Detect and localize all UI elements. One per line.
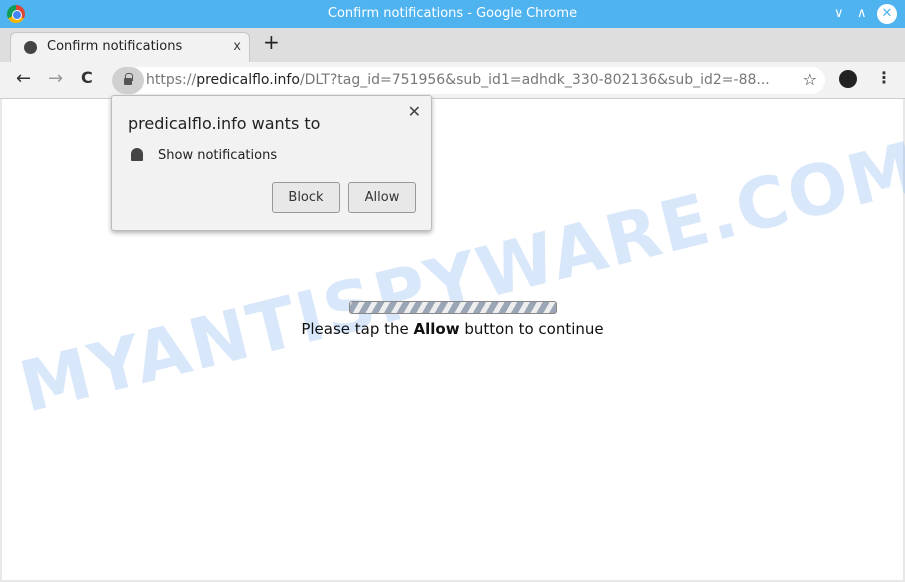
msg-after: button to continue xyxy=(459,320,604,338)
back-button[interactable]: ← xyxy=(16,68,31,89)
tab-label: Confirm notifications xyxy=(47,39,183,54)
menu-icon[interactable]: ⋮ xyxy=(876,68,892,87)
minimize-button[interactable]: ∨ xyxy=(834,0,844,28)
lock-icon[interactable] xyxy=(112,67,144,94)
title-bar: Confirm notifications - Google Chrome ∨ … xyxy=(0,0,905,28)
toolbar: ← → C https://predicalflo.info/DLT?tag_i… xyxy=(0,62,905,99)
notification-permission-popup: predicalflo.info wants to ✕ Show notific… xyxy=(111,95,432,231)
url-host: predicalflo.info xyxy=(196,72,300,88)
msg-before: Please tap the xyxy=(301,320,414,338)
block-button[interactable]: Block xyxy=(272,182,340,213)
tab-strip: Confirm notifications x + xyxy=(0,28,905,62)
globe-icon xyxy=(24,41,37,54)
popup-title: predicalflo.info wants to xyxy=(128,114,321,133)
reload-button[interactable]: C xyxy=(81,68,93,87)
instruction-text: Please tap the Allow button to continue xyxy=(0,320,905,338)
url-path: /DLT?tag_id=751956&sub_id1=adhdk_330-802… xyxy=(299,72,770,88)
msg-bold: Allow xyxy=(413,320,460,338)
url-scheme: https:// xyxy=(146,72,197,88)
bell-icon xyxy=(131,148,143,161)
permission-label: Show notifications xyxy=(158,148,278,163)
close-window-button[interactable]: ✕ xyxy=(877,4,897,24)
progress-bar xyxy=(349,301,557,314)
allow-button[interactable]: Allow xyxy=(348,182,416,213)
forward-button[interactable]: → xyxy=(48,68,63,89)
window-title: Confirm notifications - Google Chrome xyxy=(327,6,578,21)
new-tab-button[interactable]: + xyxy=(263,30,280,54)
bookmark-star-icon[interactable]: ☆ xyxy=(803,70,817,89)
tab-close-button[interactable]: x xyxy=(233,33,241,61)
address-bar[interactable]: https://predicalflo.info/DLT?tag_id=7519… xyxy=(112,67,825,94)
tab-confirm-notifications[interactable]: Confirm notifications x xyxy=(10,32,250,62)
popup-close-button[interactable]: ✕ xyxy=(408,102,421,121)
url-text[interactable]: https://predicalflo.info/DLT?tag_id=7519… xyxy=(146,72,770,88)
chrome-logo-icon xyxy=(7,5,25,23)
maximize-button[interactable]: ∧ xyxy=(857,0,867,28)
account-icon[interactable] xyxy=(839,70,857,88)
